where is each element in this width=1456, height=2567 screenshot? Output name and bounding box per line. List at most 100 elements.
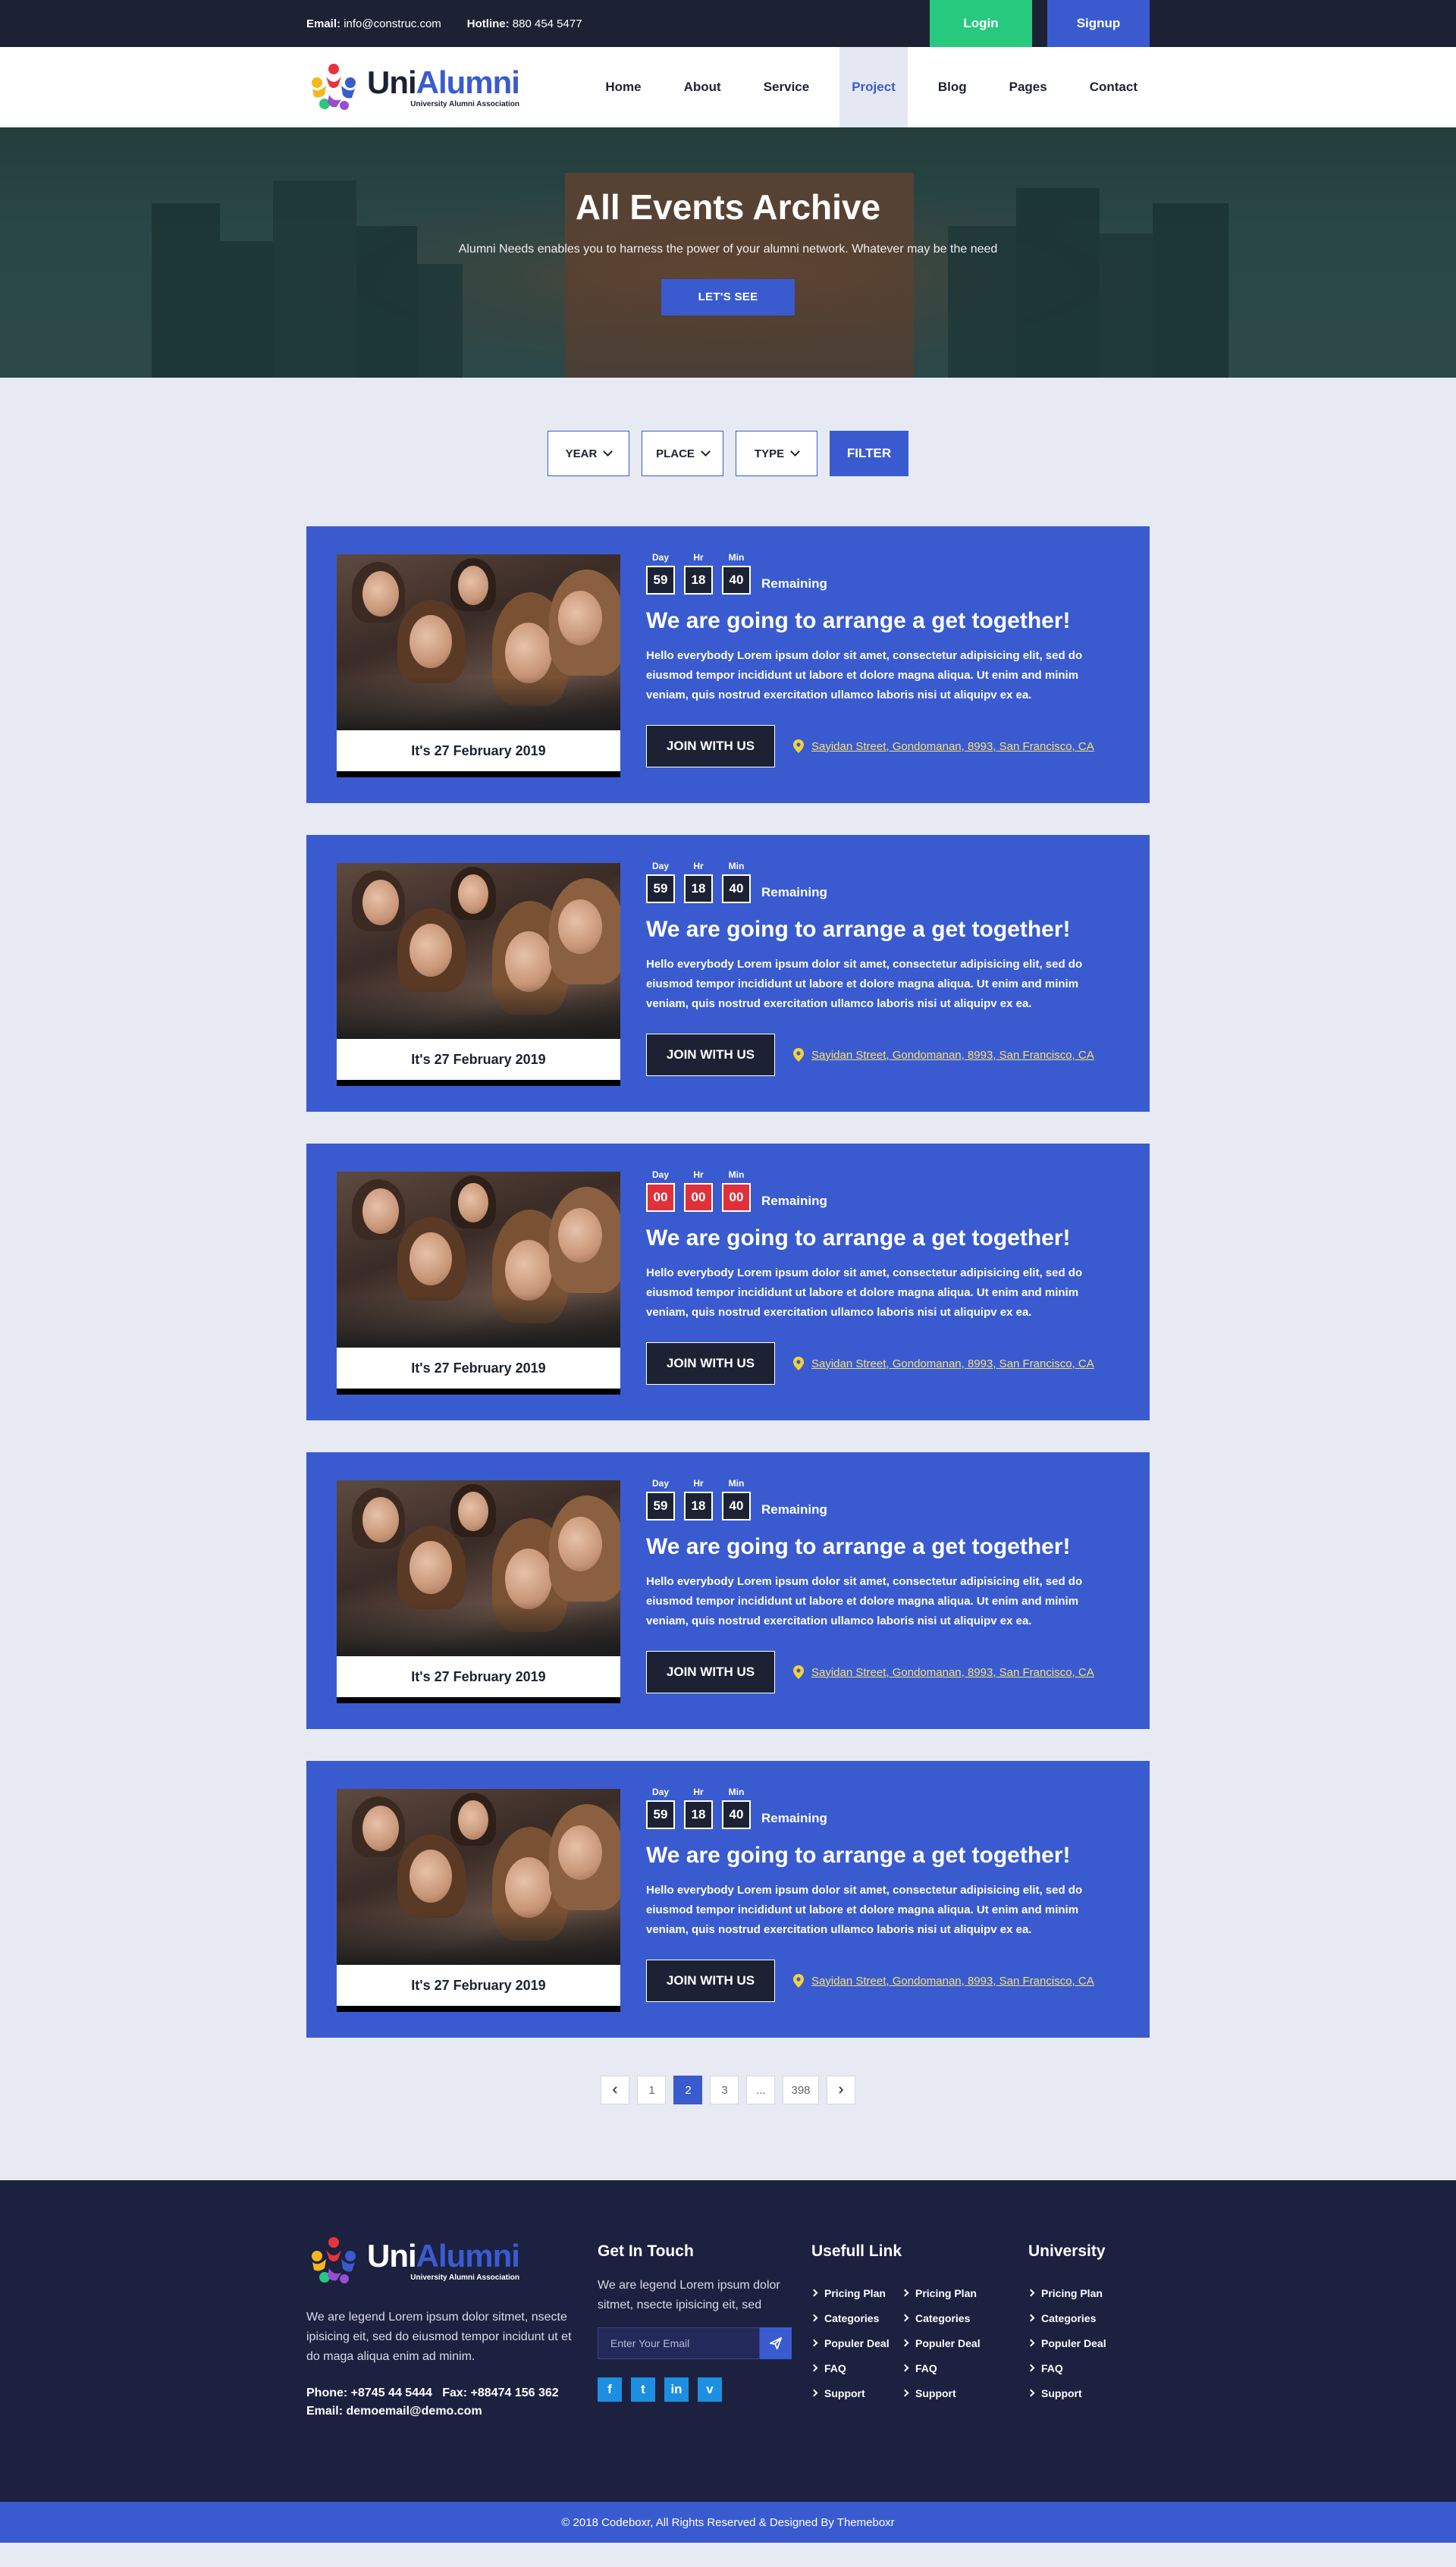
chevron-right-icon [1027, 2389, 1035, 2397]
footer-link[interactable]: Populer Deal [901, 2330, 993, 2355]
countdown-min-label: Min [728, 1787, 745, 1797]
nav-project[interactable]: Project [839, 47, 908, 127]
logo-tagline: University Alumni Association [410, 99, 519, 108]
twitter-icon[interactable]: t [631, 2377, 655, 2402]
footer-link[interactable]: FAQ [901, 2355, 993, 2380]
nav-blog[interactable]: Blog [926, 47, 979, 127]
countdown-day-label: Day [651, 1787, 669, 1797]
map-pin-icon [793, 739, 804, 753]
event-filters: YEAR PLACE TYPE FILTER [0, 431, 1456, 476]
chevron-right-icon [1027, 2289, 1035, 2297]
topbar-contact: Email: info@construc.com Hotline: 880 45… [306, 17, 582, 30]
hero-cta-button[interactable]: LET'S SEE [661, 279, 795, 315]
footer-link[interactable]: Pricing Plan [1027, 2280, 1119, 2305]
footer-link[interactable]: Pricing Plan [901, 2280, 993, 2305]
chevron-right-icon [810, 2289, 818, 2297]
useful-links-col1: Pricing Plan Categories Populer Deal FAQ Sup… [810, 2280, 902, 2405]
join-with-us-button[interactable]: JOIN WITH US [646, 1034, 775, 1076]
pagination-page[interactable]: 1 [637, 2076, 667, 2104]
logo-uni: Uni [367, 64, 417, 100]
event-card: It's 27 February 2019 Day 59 Hr 18 Min 40 R… [306, 526, 1150, 803]
logo-people-icon [312, 2237, 356, 2283]
pagination-page[interactable]: ... [746, 2076, 776, 2104]
footer-link[interactable]: Categories [810, 2305, 902, 2330]
linkedin-icon[interactable]: in [664, 2377, 689, 2402]
nav-home[interactable]: Home [593, 47, 653, 127]
event-title: We are going to arrange a get together! [646, 1225, 1071, 1251]
event-location-link[interactable]: Sayidan Street, Gondomanan, 8993, San Fr… [793, 1974, 1094, 1988]
pagination-page[interactable]: 3 [710, 2076, 739, 2104]
nav-about[interactable]: About [672, 47, 733, 127]
chevron-right-icon [810, 2314, 818, 2322]
chevron-right-icon [1027, 2364, 1035, 2372]
footer-link[interactable]: Populer Deal [1027, 2330, 1119, 2355]
pagination-next-button[interactable] [826, 2076, 855, 2104]
chevron-right-icon [810, 2389, 818, 2397]
logo-alumni: Alumni [416, 64, 520, 100]
pagination-page[interactable]: 398 [783, 2076, 819, 2104]
event-location-link[interactable]: Sayidan Street, Gondomanan, 8993, San Fr… [793, 1048, 1094, 1062]
topbar: Email: info@construc.com Hotline: 880 45… [0, 0, 1456, 47]
footer-link[interactable]: Support [810, 2380, 902, 2405]
countdown-min: 40 [722, 874, 751, 903]
place-dropdown[interactable]: PLACE [642, 431, 723, 476]
event-description: Hello everybody Lorem ipsum dolor sit am… [646, 1884, 1083, 1936]
logo-people-icon [312, 64, 356, 110]
nav-pages[interactable]: Pages [997, 47, 1059, 127]
footer-link[interactable]: Categories [901, 2305, 993, 2330]
footer-logo-tagline: University Alumni Association [410, 2273, 519, 2282]
pagination-prev-button[interactable] [601, 2076, 630, 2104]
nav-contact[interactable]: Contact [1078, 47, 1150, 127]
footer-link[interactable]: Populer Deal [810, 2330, 902, 2355]
subscribe-send-button[interactable] [760, 2327, 792, 2359]
countdown-remaining: Remaining [761, 1502, 827, 1517]
event-photo [337, 1789, 620, 1965]
event-description: Hello everybody Lorem ipsum dolor sit am… [646, 649, 1083, 701]
event-card: It's 27 February 2019 Day 00 Hr 00 Min 00 R… [306, 1144, 1150, 1420]
event-location-link[interactable]: Sayidan Street, Gondomanan, 8993, San Fr… [793, 1357, 1094, 1370]
event-photo-frame: It's 27 February 2019 [337, 554, 620, 777]
login-button[interactable]: Login [930, 0, 1032, 47]
footer-link[interactable]: Pricing Plan [810, 2280, 902, 2305]
header: UniAlumni University Alumni Association … [0, 47, 1456, 127]
vimeo-icon[interactable]: v [698, 2377, 722, 2402]
footer-link[interactable]: Categories [1027, 2305, 1119, 2330]
footer-link[interactable]: Support [901, 2380, 993, 2405]
footer-link[interactable]: Support [1027, 2380, 1119, 2405]
join-with-us-button[interactable]: JOIN WITH US [646, 1342, 775, 1385]
countdown-min-label: Min [728, 1169, 745, 1180]
countdown-day-label: Day [651, 1478, 669, 1489]
nav-service[interactable]: Service [752, 47, 822, 127]
countdown-remaining: Remaining [761, 1811, 827, 1825]
facebook-icon[interactable]: f [598, 2377, 622, 2402]
join-with-us-button[interactable]: JOIN WITH US [646, 725, 775, 767]
event-photo [337, 554, 620, 730]
map-pin-icon [793, 1665, 804, 1679]
type-dropdown[interactable]: TYPE [736, 431, 817, 476]
chevron-right-icon [1027, 2314, 1035, 2322]
event-photo-frame: It's 27 February 2019 [337, 1480, 620, 1703]
hero-title: All Events Archive [575, 187, 881, 227]
join-with-us-button[interactable]: JOIN WITH US [646, 1960, 775, 2002]
event-photo [337, 1172, 620, 1348]
subscribe-email-input[interactable] [598, 2327, 760, 2359]
useful-link-heading: Usefull Link [811, 2242, 902, 2260]
event-date: It's 27 February 2019 [337, 730, 620, 771]
chevron-left-icon [613, 2086, 618, 2094]
logo[interactable]: UniAlumni University Alumni Association [306, 60, 520, 115]
countdown-min: 40 [722, 1800, 751, 1829]
event-date: It's 27 February 2019 [337, 1656, 620, 1697]
year-dropdown[interactable]: YEAR [548, 431, 629, 476]
footer-link[interactable]: FAQ [810, 2355, 902, 2380]
chevron-right-icon [1027, 2339, 1035, 2347]
pagination-page[interactable]: 2 [673, 2076, 703, 2104]
footer-logo[interactable]: UniAlumni University Alumni Association [306, 2233, 595, 2288]
event-location-link[interactable]: Sayidan Street, Gondomanan, 8993, San Fr… [793, 739, 1094, 753]
university-links: Pricing Plan Categories Populer Deal FAQ Sup… [1027, 2280, 1119, 2405]
signup-button[interactable]: Signup [1047, 0, 1150, 47]
join-with-us-button[interactable]: JOIN WITH US [646, 1651, 775, 1693]
event-title: We are going to arrange a get together! [646, 608, 1071, 633]
footer-link[interactable]: FAQ [1027, 2355, 1119, 2380]
event-location-link[interactable]: Sayidan Street, Gondomanan, 8993, San Fr… [793, 1665, 1094, 1679]
filter-button[interactable]: FILTER [830, 431, 908, 476]
